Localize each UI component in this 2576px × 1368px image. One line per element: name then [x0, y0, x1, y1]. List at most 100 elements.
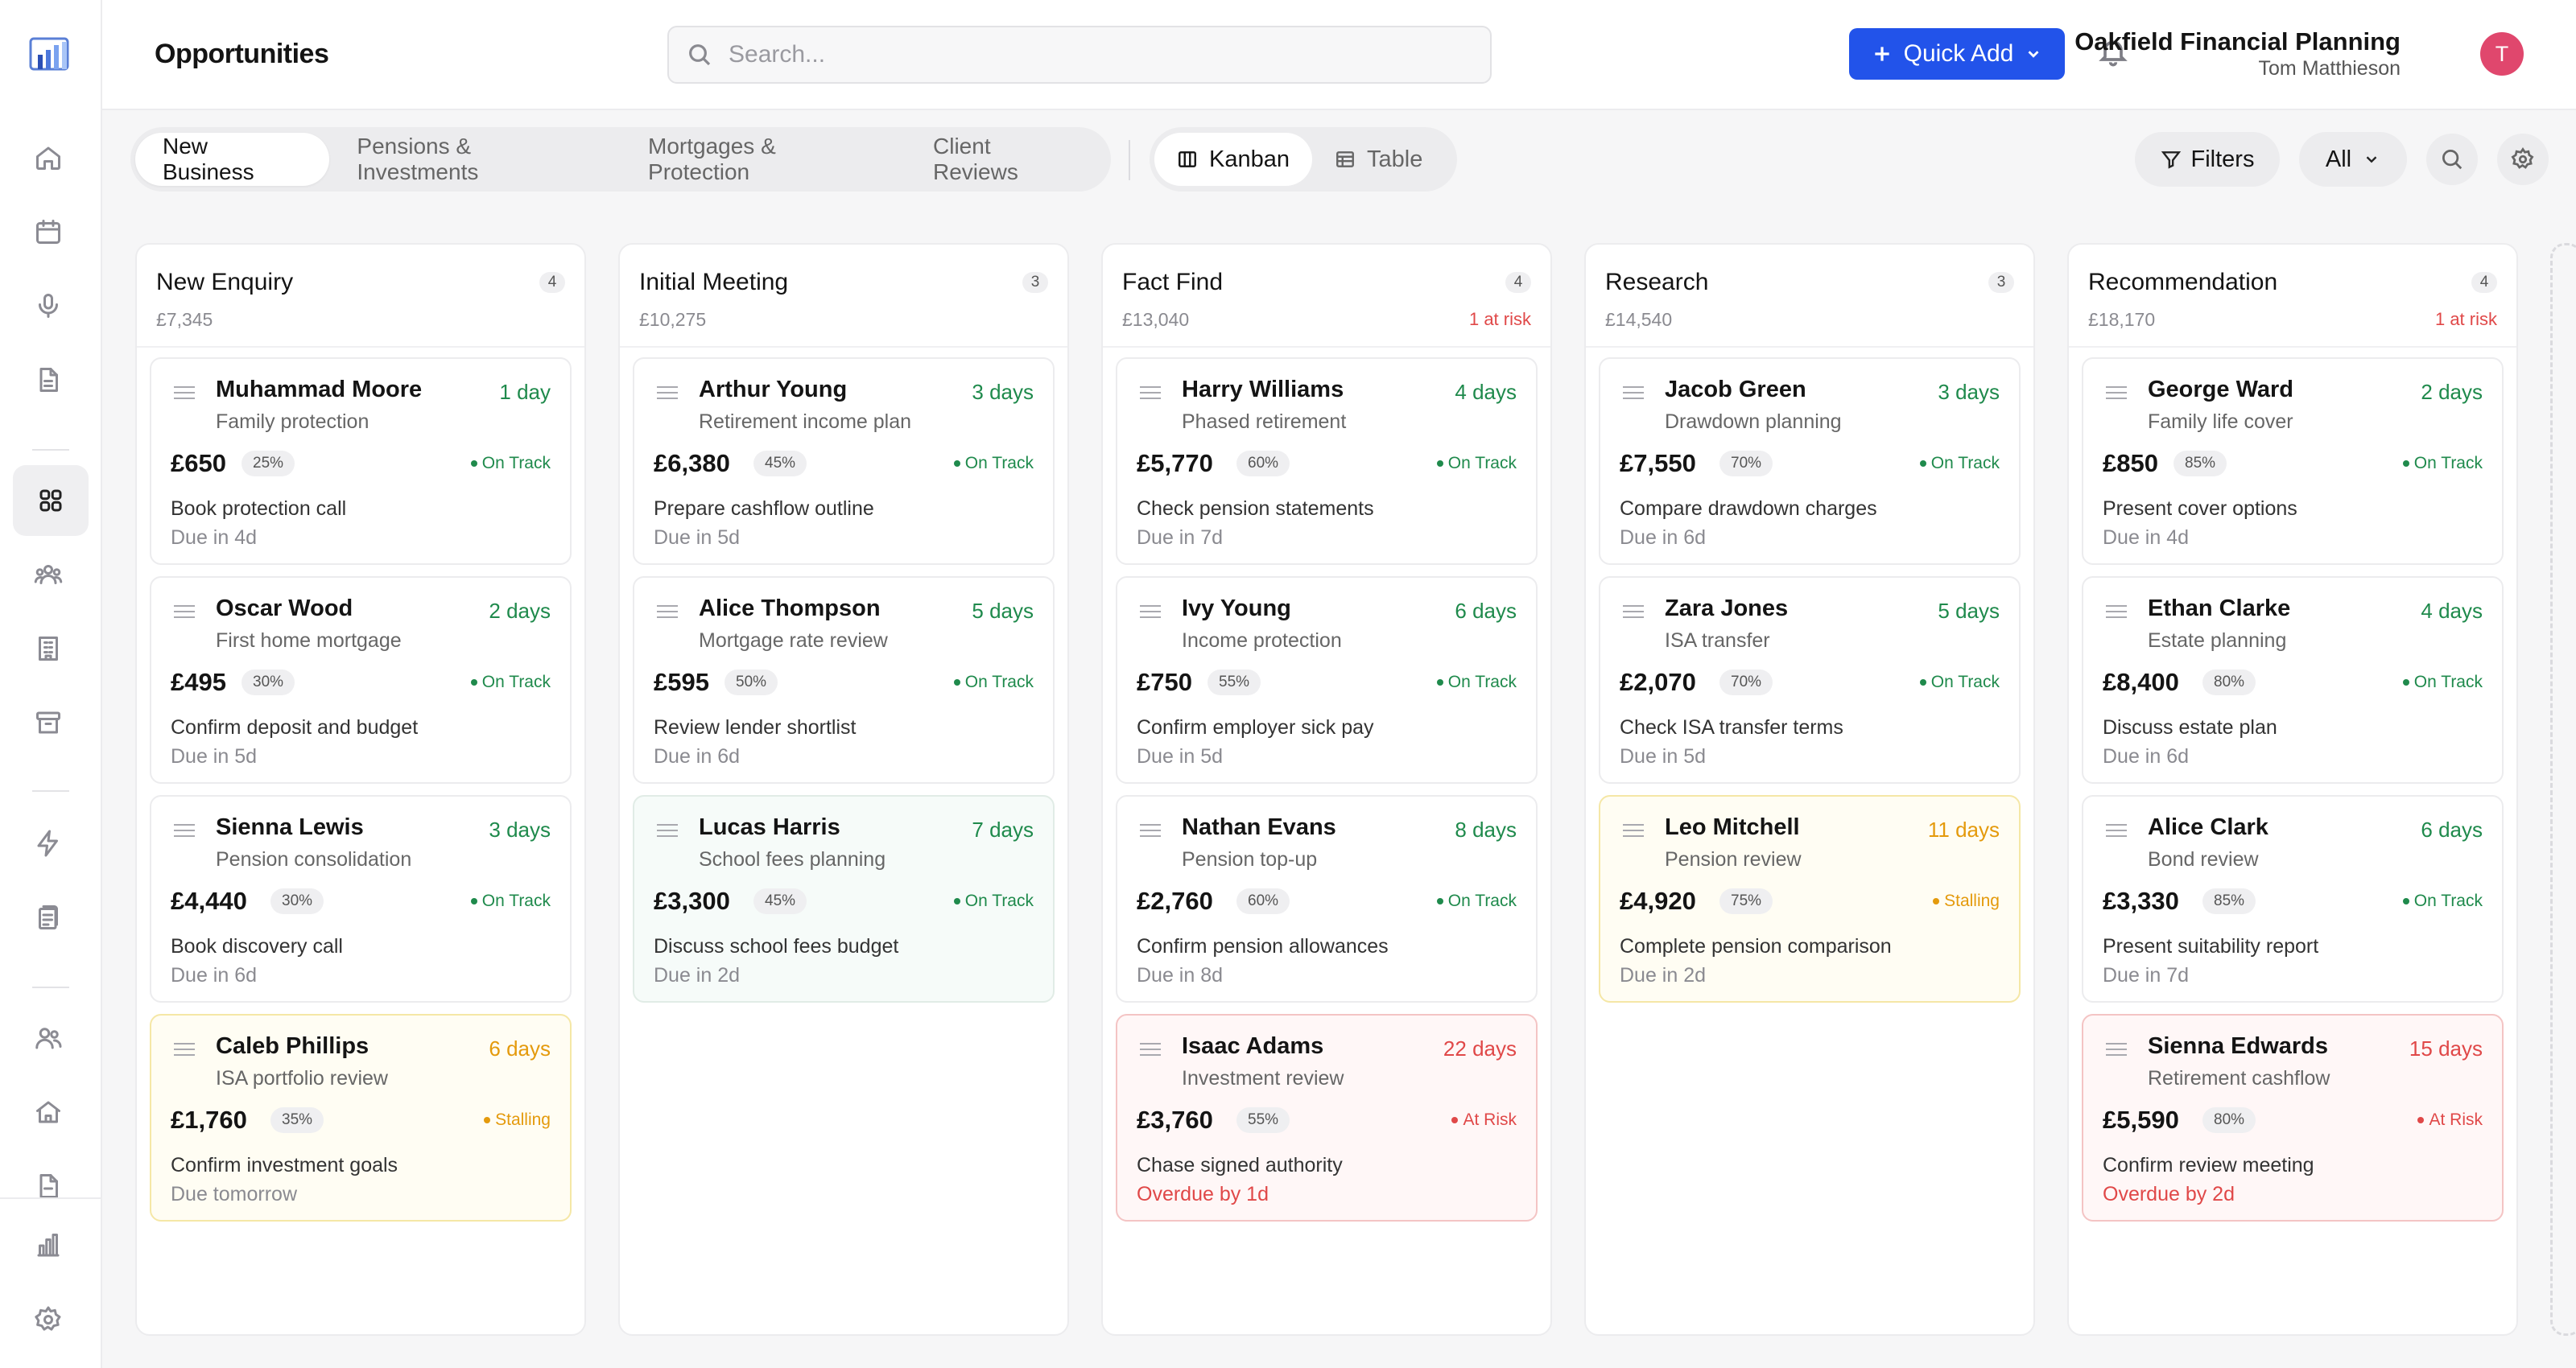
board-search-button[interactable]	[2426, 134, 2478, 185]
status-badge: On Track	[470, 673, 551, 692]
column-total-value: £13,040	[1122, 309, 1190, 330]
tab-table[interactable]: Table	[1312, 133, 1445, 186]
users-icon[interactable]	[29, 1019, 68, 1057]
status-label: On Track	[1447, 892, 1517, 910]
group-icon[interactable]	[29, 555, 68, 594]
client-name: Caleb Phillips	[216, 1033, 369, 1059]
status-dot	[2402, 679, 2409, 686]
filters-button[interactable]: Filters	[2135, 132, 2280, 187]
drag-handle-icon[interactable]	[1140, 1043, 1161, 1056]
drag-handle-icon[interactable]	[657, 605, 678, 618]
tab-new-business[interactable]: New Business	[135, 133, 330, 186]
drag-handle-icon[interactable]	[2106, 824, 2127, 837]
opportunity-value: £5,770	[1137, 449, 1213, 477]
tab-client-reviews[interactable]: Client Reviews	[906, 133, 1106, 186]
opportunity-card[interactable]: Leo Mitchell Pension review 11 days £4,920 7…	[1599, 795, 2021, 1003]
opportunity-card[interactable]: Harry Williams Phased retirement 4 days £5,…	[1116, 357, 1538, 565]
status-label: On Track	[2413, 892, 2483, 910]
add-column-placeholder[interactable]	[2550, 243, 2576, 1336]
opportunity-card[interactable]: Sienna Lewis Pension consolidation 3 days £…	[150, 795, 572, 1003]
opportunity-card[interactable]: Nathan Evans Pension top-up 8 days £2,760 60…	[1116, 795, 1538, 1003]
opportunity-value: £2,760	[1137, 887, 1213, 915]
drag-handle-icon[interactable]	[657, 386, 678, 399]
search-box[interactable]	[667, 26, 1492, 84]
column-risk-count: 1 at risk	[1468, 309, 1531, 329]
drag-handle-icon[interactable]	[174, 1043, 195, 1056]
drag-handle-icon[interactable]	[174, 824, 195, 837]
scope-dropdown[interactable]: All	[2299, 132, 2407, 187]
task-due: Due in 8d	[1137, 964, 1224, 987]
avatar[interactable]: T	[2480, 32, 2524, 76]
status-label: On Track	[964, 454, 1034, 472]
drag-handle-icon[interactable]	[2106, 605, 2127, 618]
status-badge: On Track	[1436, 892, 1517, 911]
opportunity-card[interactable]: Zara Jones ISA transfer 5 days £2,070 70% On …	[1599, 576, 2021, 784]
search-icon	[689, 44, 711, 66]
drag-handle-icon[interactable]	[1140, 824, 1161, 837]
clipboard-icon[interactable]	[29, 898, 68, 937]
drag-handle-icon[interactable]	[1623, 386, 1644, 399]
opportunity-card[interactable]: Jacob Green Drawdown planning 3 days £7,550…	[1599, 357, 2021, 565]
opportunity-card[interactable]: Arthur Young Retirement income plan 3 days…	[633, 357, 1055, 565]
drag-handle-icon[interactable]	[2106, 1043, 2127, 1056]
quick-add-label: Quick Add	[1903, 40, 2014, 67]
drag-handle-icon[interactable]	[1623, 605, 1644, 618]
opportunity-card[interactable]: Ethan Clarke Estate planning 4 days £8,400 8…	[2082, 576, 2504, 784]
probability-badge: 30%	[242, 670, 295, 695]
client-name: Sienna Lewis	[216, 814, 364, 840]
building-icon[interactable]	[29, 629, 68, 668]
opportunity-card[interactable]: Caleb Phillips ISA portfolio review 6 days…	[150, 1014, 572, 1222]
home-icon[interactable]	[29, 138, 68, 177]
days-in-stage: 8 days	[1455, 818, 1517, 842]
tab-kanban[interactable]: Kanban	[1154, 133, 1312, 186]
archive-icon[interactable]	[29, 703, 68, 742]
board-settings-button[interactable]	[2497, 134, 2549, 185]
tab-pensions-investments[interactable]: Pensions & Investments	[329, 133, 621, 186]
task-due: Due in 7d	[2103, 964, 2190, 987]
pipeline-column: New Enquiry 4 £7,345 Muhammad Moore Family p…	[135, 243, 586, 1336]
opportunity-card[interactable]: Lucas Harris School fees planning 7 days £3…	[633, 795, 1055, 1003]
opportunity-card[interactable]: Muhammad Moore Family protection 1 day £650…	[150, 357, 572, 565]
opportunity-value: £1,760	[171, 1106, 247, 1134]
opportunity-card[interactable]: Ivy Young Income protection 6 days £750 55% O…	[1116, 576, 1538, 784]
microphone-icon[interactable]	[29, 286, 68, 325]
analytics-icon[interactable]	[29, 1226, 68, 1265]
drag-handle-icon[interactable]	[1140, 605, 1161, 618]
drag-handle-icon[interactable]	[174, 605, 195, 618]
settings-icon[interactable]	[29, 1300, 68, 1339]
house-icon[interactable]	[29, 1093, 68, 1131]
drag-handle-icon[interactable]	[657, 824, 678, 837]
search-input[interactable]	[729, 41, 1453, 68]
sidebar	[0, 0, 102, 1368]
bar-chart-logo-icon[interactable]	[29, 35, 72, 74]
opportunity-card[interactable]: Isaac Adams Investment review 22 days £3,76…	[1116, 1014, 1538, 1222]
file-icon[interactable]	[29, 1167, 68, 1205]
column-title: Fact Find	[1122, 269, 1224, 295]
opportunity-card[interactable]: Alice Clark Bond review 6 days £3,330 85% On …	[2082, 795, 2504, 1003]
opportunity-card[interactable]: Sienna Edwards Retirement cashflow 15 days…	[2082, 1014, 2504, 1222]
status-dot	[1933, 898, 1940, 904]
opportunity-card[interactable]: George Ward Family life cover 2 days £850 85…	[2082, 357, 2504, 565]
calendar-icon[interactable]	[29, 212, 68, 251]
quick-add-button[interactable]: Quick Add	[1849, 28, 2065, 80]
task-due: Overdue by 1d	[1137, 1183, 1269, 1205]
grid-icon[interactable]	[13, 465, 89, 536]
lightning-icon[interactable]	[29, 824, 68, 863]
status-label: At Risk	[1463, 1110, 1517, 1129]
opportunity-value: £6,380	[654, 449, 730, 477]
opportunity-card[interactable]: Alice Thompson Mortgage rate review 5 days…	[633, 576, 1055, 784]
column-total-value: £14,540	[1605, 309, 1673, 330]
opportunity-card[interactable]: Oscar Wood First home mortgage 2 days £495 3…	[150, 576, 572, 784]
pipeline-column: Recommendation 4 £18,170 1 at risk George Wa…	[2067, 243, 2518, 1336]
tab-mortgages-protection[interactable]: Mortgages & Protection	[621, 133, 906, 186]
status-dot	[2402, 460, 2409, 467]
drag-handle-icon[interactable]	[174, 386, 195, 399]
document-icon[interactable]	[29, 361, 68, 399]
drag-handle-icon[interactable]	[1623, 824, 1644, 837]
task-due: Due in 5d	[1620, 745, 1707, 768]
probability-badge: 75%	[1719, 888, 1773, 914]
drag-handle-icon[interactable]	[2106, 386, 2127, 399]
next-task: Confirm investment goals	[171, 1154, 398, 1176]
probability-badge: 35%	[270, 1107, 324, 1133]
drag-handle-icon[interactable]	[1140, 386, 1161, 399]
